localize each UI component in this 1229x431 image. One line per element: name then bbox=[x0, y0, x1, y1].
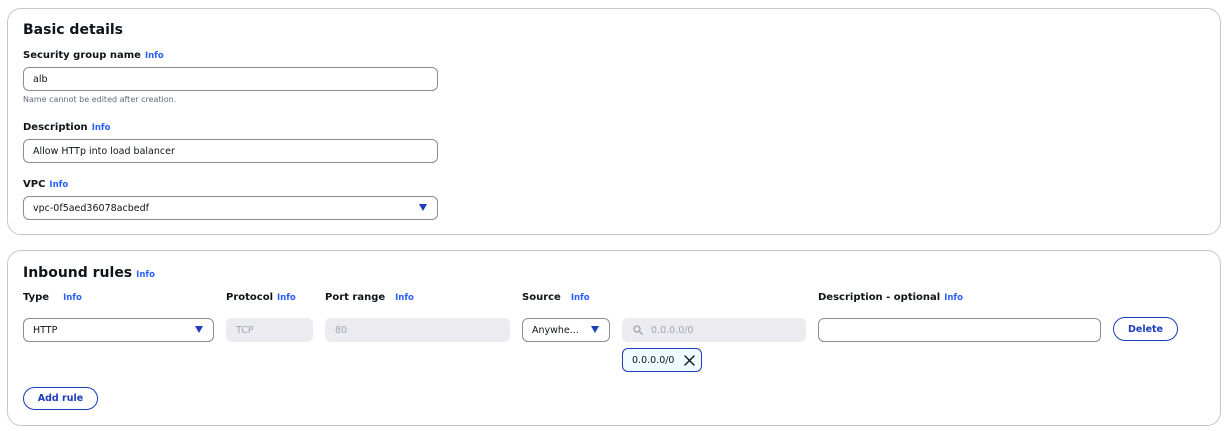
rule-type-value: HTTP bbox=[33, 324, 58, 336]
security-group-name-label-text: Security group name bbox=[23, 50, 141, 61]
rule-port-range-field: 80 bbox=[325, 318, 510, 342]
vpc-label-text: VPC bbox=[23, 179, 46, 190]
inbound-rules-title-text: Inbound rules bbox=[23, 265, 133, 281]
inbound-rules-panel: Inbound rules Info Type Info Protocol Info … bbox=[7, 250, 1221, 426]
caret-down-icon bbox=[195, 326, 203, 333]
column-header-protocol: Protocol Info bbox=[226, 292, 296, 303]
rule-type-select[interactable]: HTTP bbox=[23, 318, 214, 342]
vpc-select[interactable]: vpc-0f5aed36078acbedf bbox=[23, 196, 438, 220]
protocol-info-link[interactable]: Info bbox=[277, 293, 296, 303]
rule-source-select[interactable]: Anywhe... bbox=[522, 318, 610, 342]
search-icon bbox=[633, 325, 643, 335]
port-range-info-link[interactable]: Info bbox=[395, 293, 414, 303]
vpc-select-value: vpc-0f5aed36078acbedf bbox=[33, 202, 149, 214]
cidr-token: 0.0.0.0/0 bbox=[622, 348, 702, 372]
column-header-source-text: Source bbox=[522, 292, 561, 303]
basic-details-title: Basic details bbox=[23, 22, 124, 38]
description-label: Description Info bbox=[23, 122, 110, 133]
security-group-name-value: alb bbox=[33, 73, 48, 85]
delete-rule-button[interactable]: Delete bbox=[1113, 317, 1178, 341]
rule-cidr-placeholder: 0.0.0.0/0 bbox=[651, 324, 694, 336]
rule-cidr-search-input[interactable]: 0.0.0.0/0 bbox=[622, 318, 806, 342]
description-optional-info-link[interactable]: Info bbox=[944, 293, 963, 303]
description-label-text: Description bbox=[23, 122, 88, 133]
column-header-protocol-text: Protocol bbox=[226, 292, 274, 303]
source-info-link[interactable]: Info bbox=[571, 293, 590, 303]
caret-down-icon bbox=[591, 326, 599, 333]
description-input[interactable]: Allow HTTp into load balancer bbox=[23, 139, 438, 163]
cidr-token-value: 0.0.0.0/0 bbox=[632, 354, 675, 366]
rule-protocol-value: TCP bbox=[236, 324, 254, 336]
column-header-source: Source Info bbox=[522, 292, 590, 303]
column-header-port-range-text: Port range bbox=[325, 292, 386, 303]
security-group-name-label: Security group name Info bbox=[23, 50, 164, 61]
basic-details-panel: Basic details Security group name Info al… bbox=[7, 8, 1221, 235]
column-header-type-text: Type bbox=[23, 292, 50, 303]
rule-description-input[interactable] bbox=[818, 318, 1101, 342]
close-icon[interactable] bbox=[684, 355, 695, 366]
description-info-link[interactable]: Info bbox=[92, 123, 111, 133]
security-group-name-hint: Name cannot be edited after creation. bbox=[23, 95, 177, 104]
column-header-description: Description - optional Info bbox=[818, 292, 963, 303]
type-info-link[interactable]: Info bbox=[63, 293, 82, 303]
vpc-info-link[interactable]: Info bbox=[49, 180, 68, 190]
inbound-rules-info-link[interactable]: Info bbox=[136, 270, 155, 280]
inbound-rules-title: Inbound rules Info bbox=[23, 265, 155, 281]
column-header-description-text: Description - optional bbox=[818, 292, 941, 303]
security-group-name-input[interactable]: alb bbox=[23, 67, 438, 91]
column-header-type: Type Info bbox=[23, 292, 82, 303]
vpc-label: VPC Info bbox=[23, 179, 68, 190]
column-header-port-range: Port range Info bbox=[325, 292, 414, 303]
description-value: Allow HTTp into load balancer bbox=[33, 145, 175, 157]
security-group-name-info-link[interactable]: Info bbox=[145, 51, 164, 61]
rule-source-value: Anywhe... bbox=[532, 324, 579, 336]
caret-down-icon bbox=[419, 204, 427, 211]
rule-protocol-field: TCP bbox=[226, 318, 313, 342]
add-rule-button[interactable]: Add rule bbox=[23, 387, 98, 410]
rule-port-range-value: 80 bbox=[335, 324, 348, 336]
